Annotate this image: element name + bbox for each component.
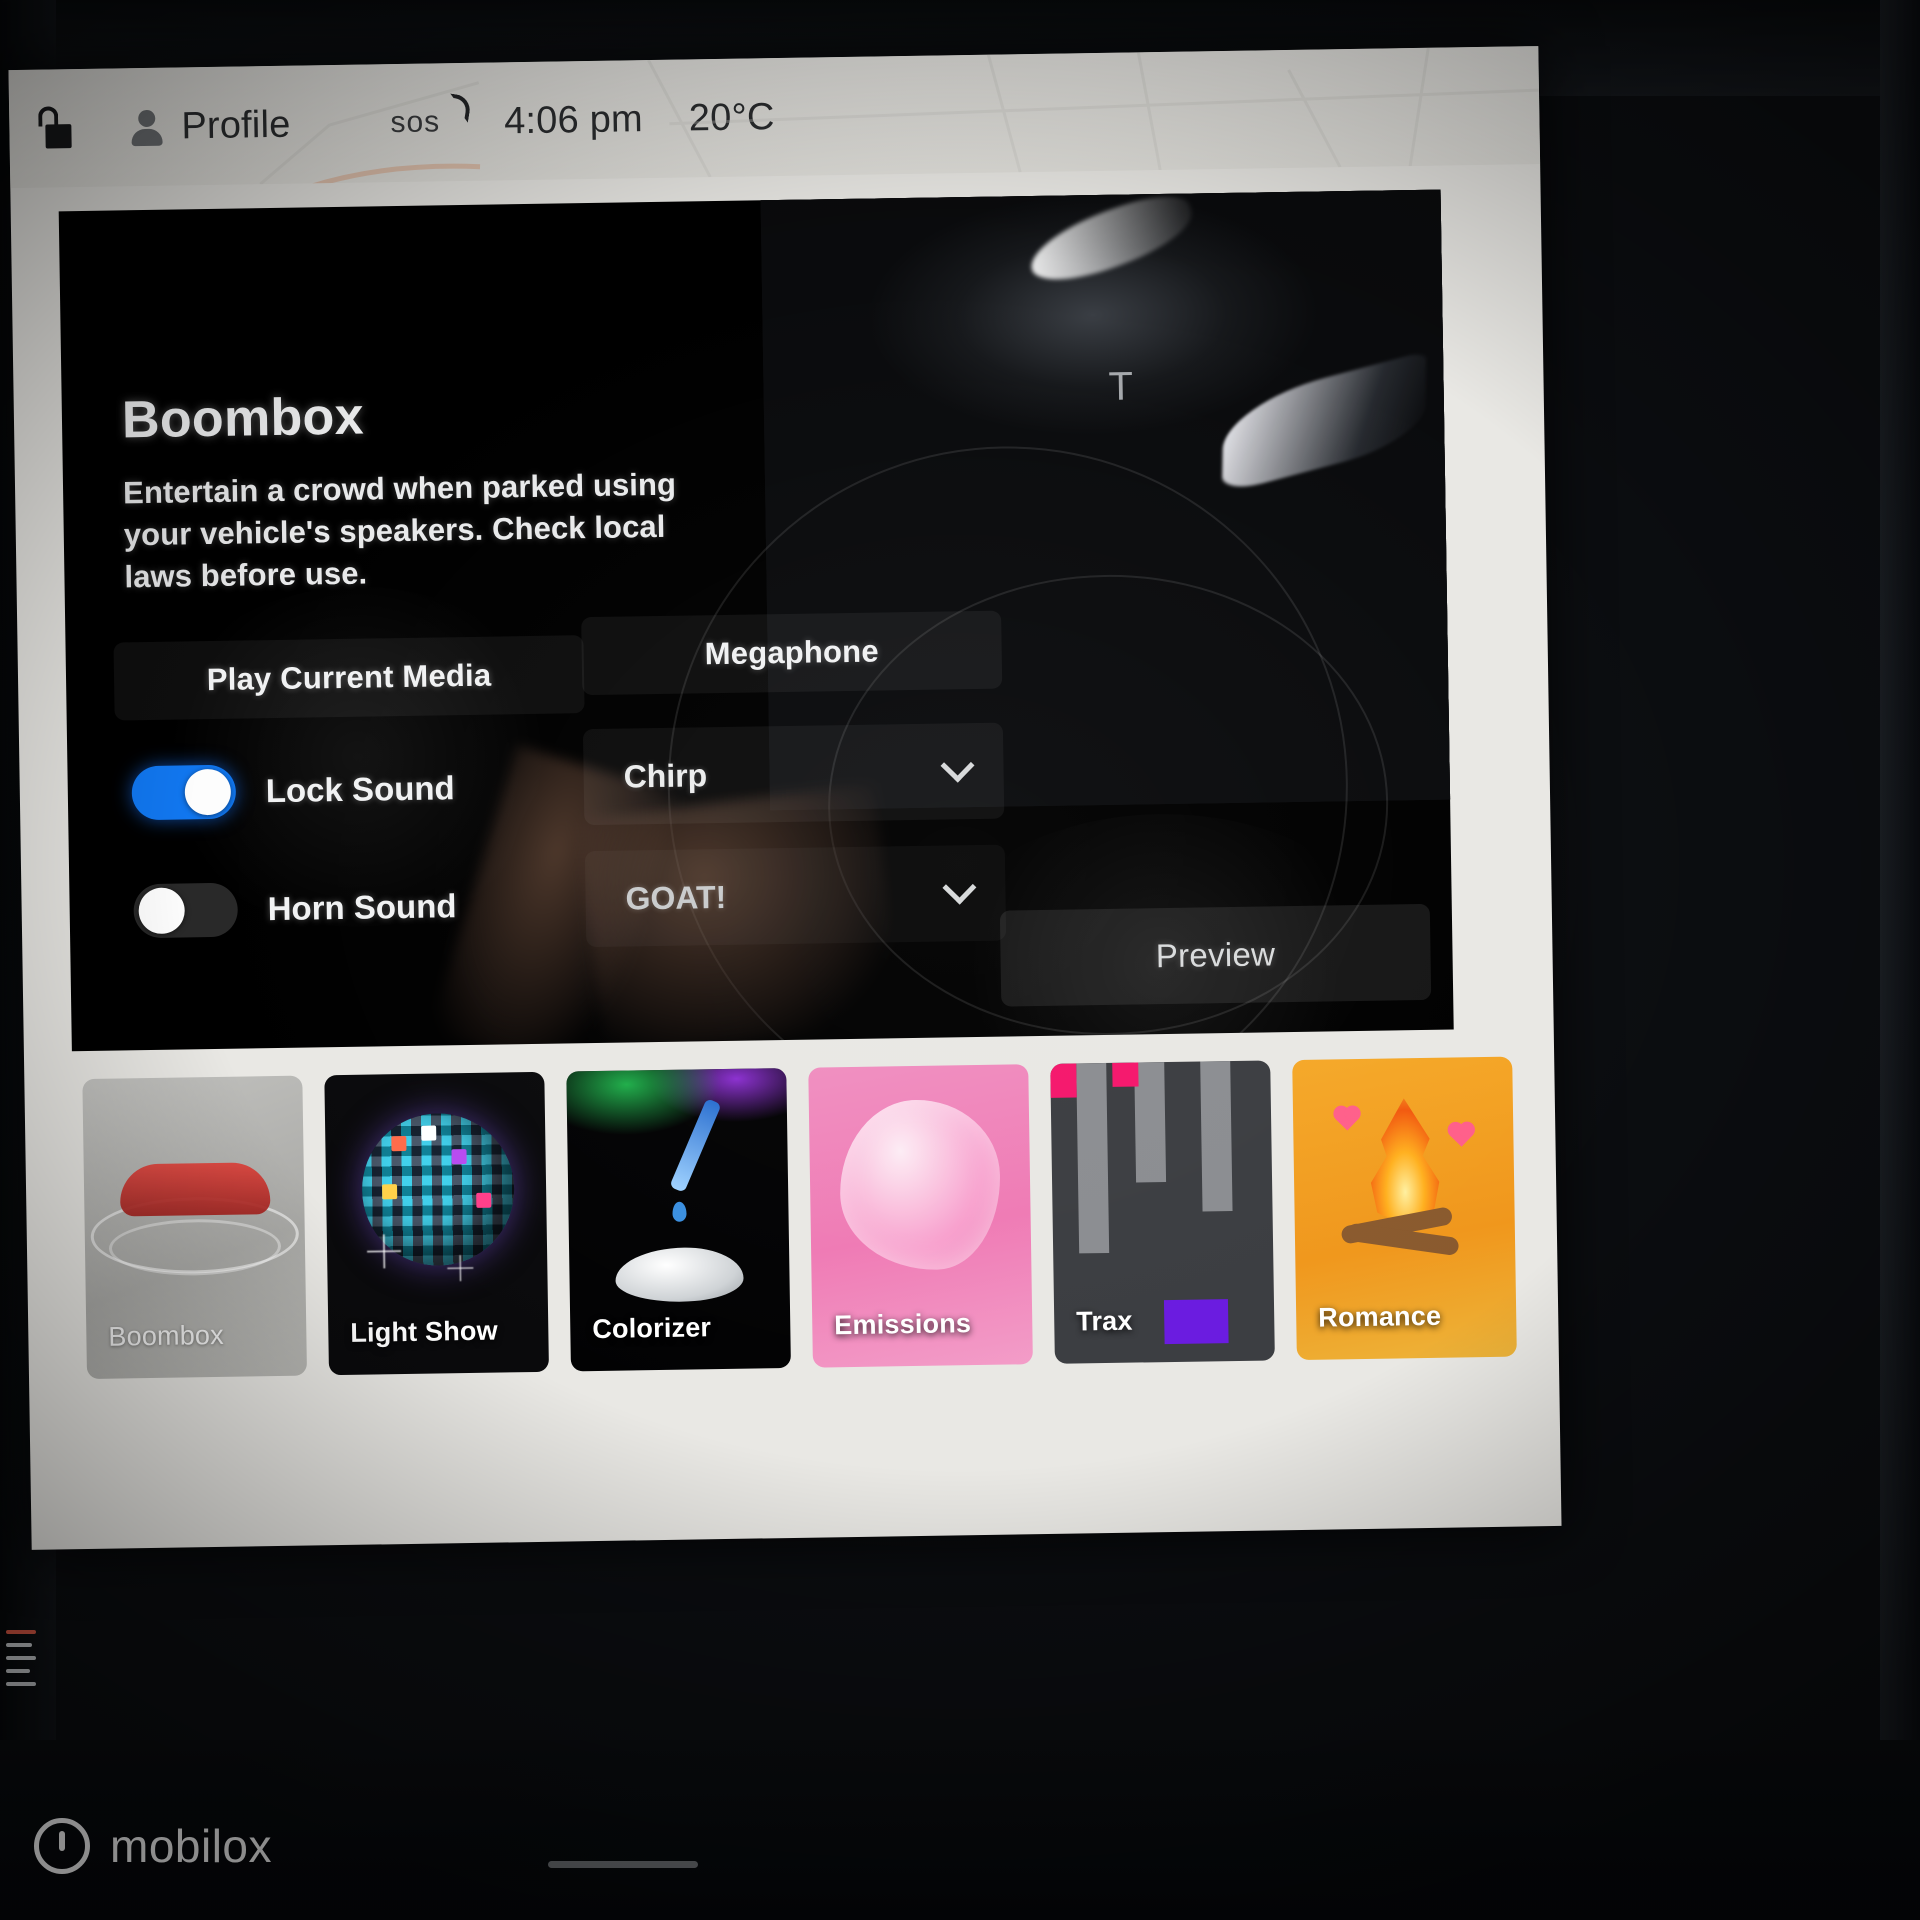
card-trax[interactable]: Trax (1050, 1060, 1275, 1364)
horn-sound-toggle-row[interactable]: Horn Sound (117, 865, 588, 950)
lock-sound-select[interactable]: Chirp (582, 722, 1005, 826)
trax-pink-block (1050, 1063, 1077, 1098)
card-romance[interactable]: Romance (1292, 1056, 1517, 1361)
chevron-down-icon (942, 870, 977, 905)
sparkle-icon-2 (447, 1254, 474, 1282)
play-current-media-button[interactable]: Play Current Media (113, 635, 585, 721)
seat-heater-slider-icon[interactable] (6, 1630, 42, 1710)
status-bar: Profile sos 4:06 pm 20°C (8, 46, 1541, 189)
megaphone-button[interactable]: Megaphone (581, 610, 1003, 696)
toggle-knob (138, 887, 186, 935)
left-controls-column: Play Current Media Lock Sound Horn Sound (113, 635, 588, 990)
toybox-app-cards: Boombox Light Show Colorizer Emissions T… (82, 1056, 1537, 1399)
trax-purple-block (1163, 1299, 1229, 1345)
card-boombox[interactable]: Boombox (82, 1075, 308, 1380)
paint-blob-graphic (615, 1246, 744, 1303)
card-emissions[interactable]: Emissions (808, 1064, 1033, 1368)
sound-selects-column: Megaphone Chirp GOAT! (581, 610, 1007, 974)
card-label: Colorizer (592, 1312, 712, 1345)
card-colorizer[interactable]: Colorizer (566, 1068, 791, 1372)
clock: 4:06 pm (503, 97, 644, 142)
home-indicator[interactable] (548, 1861, 698, 1868)
sos-arc-icon (446, 93, 472, 123)
watermark-text: mobilox (110, 1820, 273, 1872)
tesla-logo-icon: T (1108, 364, 1134, 409)
preview-button[interactable]: Preview (999, 903, 1432, 1007)
horn-sound-select-value: GOAT! (625, 878, 727, 917)
horn-sound-select[interactable]: GOAT! (585, 845, 1006, 948)
photo-of-tesla-screen: Profile sos 4:06 pm 20°C T Boombox Enter… (0, 0, 1920, 1920)
page-title: Boombox (121, 387, 365, 450)
mobilox-logo-icon (34, 1818, 90, 1874)
card-light-show[interactable]: Light Show (324, 1071, 549, 1376)
lock-sound-select-value: Chirp (623, 756, 708, 795)
heart-icon (1335, 1107, 1359, 1131)
card-label: Trax (1076, 1305, 1133, 1337)
card-label: Boombox (108, 1319, 225, 1352)
sos-label[interactable]: sos (390, 105, 440, 140)
emissions-cloud-graphic (838, 1098, 1002, 1272)
boombox-car-graphic (119, 1162, 271, 1217)
colorizer-glow (566, 1068, 788, 1182)
card-label: Light Show (350, 1315, 499, 1348)
chevron-down-icon (940, 748, 975, 783)
mobilox-watermark: mobilox (34, 1818, 272, 1874)
lock-sound-label: Lock Sound (265, 769, 455, 810)
horn-sound-toggle[interactable] (133, 882, 239, 939)
card-label: Romance (1317, 1300, 1442, 1333)
hero-gloss-highlight (1021, 189, 1201, 293)
lock-sound-toggle[interactable] (131, 764, 237, 821)
bottom-nav-bar (0, 1630, 1920, 1920)
panel-description: Entertain a crowd when parked using your… (122, 466, 677, 595)
lock-sound-toggle-row[interactable]: Lock Sound (115, 747, 586, 832)
toggle-knob (184, 768, 232, 816)
boombox-app-panel: T Boombox Entertain a crowd when parked … (58, 189, 1454, 1052)
hero-headlight-highlight (1221, 350, 1427, 495)
person-icon[interactable] (129, 108, 164, 147)
unlocked-lock-icon[interactable] (35, 106, 78, 151)
heart-icon-2 (1450, 1124, 1473, 1147)
trax-pink-block-2 (1112, 1062, 1139, 1087)
dashboard-right-surround (1880, 0, 1920, 1920)
paint-drop-icon (672, 1201, 687, 1222)
sparkle-icon (366, 1234, 402, 1269)
temperature-readout[interactable]: 20°C (689, 96, 775, 140)
horn-sound-label: Horn Sound (267, 887, 457, 928)
profile-label[interactable]: Profile (181, 103, 291, 148)
campfire-icon (1359, 1098, 1451, 1219)
card-label: Emissions (834, 1308, 972, 1341)
tesla-touchscreen: Profile sos 4:06 pm 20°C T Boombox Enter… (8, 46, 1562, 1550)
